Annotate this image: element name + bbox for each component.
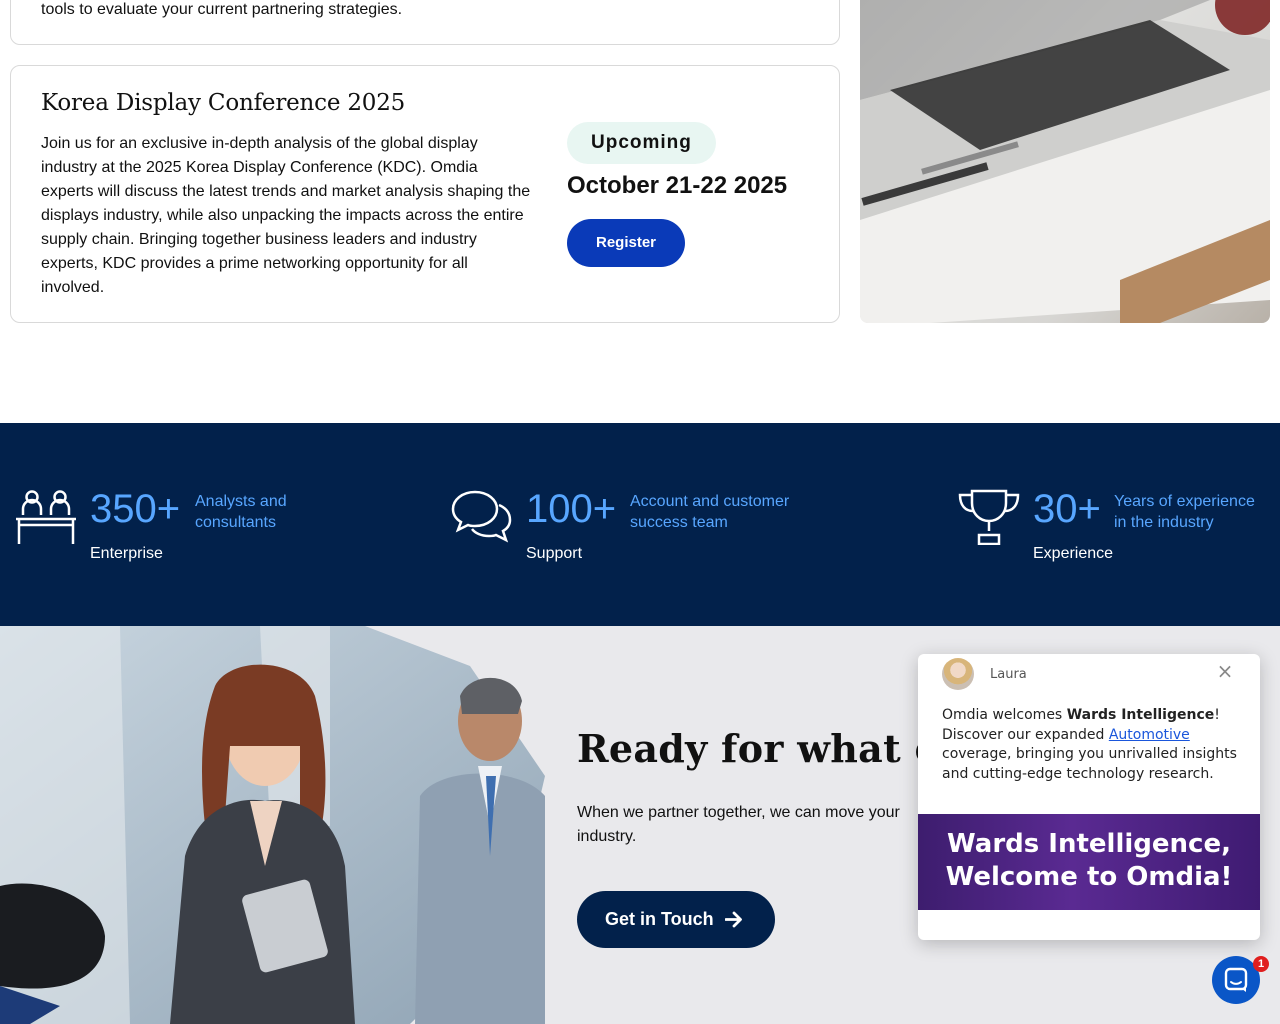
- unread-count-badge: 1: [1253, 956, 1269, 972]
- get-in-touch-label: Get in Touch: [605, 909, 714, 929]
- event-card: Korea Display Conference 2025 Join us fo…: [10, 65, 840, 323]
- trophy-icon: [958, 489, 1020, 546]
- stat-description: Account and customer success team: [630, 493, 790, 531]
- laptop-notebook-photo: [860, 0, 1270, 323]
- chat-agent-name: Laura: [990, 667, 1027, 682]
- partnering-card: tools to evaluate your current partnerin…: [10, 0, 840, 45]
- stat-label: Enterprise: [90, 545, 163, 562]
- chat-message: Omdia welcomes Wards Intelligence! Disco…: [942, 707, 1237, 782]
- register-button[interactable]: Register: [567, 219, 685, 267]
- avatar: [942, 658, 974, 690]
- stat-number: 350+: [90, 487, 181, 531]
- cta-text: When we partner together, we can move yo…: [577, 804, 900, 845]
- automotive-link[interactable]: Automotive: [1109, 727, 1190, 743]
- close-icon[interactable]: ×: [1214, 660, 1236, 682]
- partnering-card-text: tools to evaluate your current partnerin…: [41, 1, 403, 18]
- welcome-banner[interactable]: Wards Intelligence, Welcome to Omdia!: [918, 814, 1260, 910]
- stat-number: 100+: [526, 487, 617, 531]
- event-date: October 21-22 2025: [567, 172, 788, 199]
- chat-popup[interactable]: Laura × Omdia welcomes Wards Intelligenc…: [918, 654, 1260, 940]
- business-people-photo: [0, 626, 560, 1024]
- speech-bubbles-icon: [451, 489, 513, 545]
- event-status-badge: Upcoming: [567, 122, 716, 164]
- stats-band: 350+ Analysts and consultants Enterprise …: [0, 423, 1280, 626]
- stat-label: Support: [526, 545, 583, 562]
- stat-label: Experience: [1033, 545, 1114, 562]
- get-in-touch-button[interactable]: Get in Touch: [577, 891, 775, 948]
- stat-number: 30+: [1033, 487, 1101, 531]
- people-at-desk-icon: [15, 489, 77, 545]
- stat-description: Years of experience in the industry: [1114, 493, 1255, 531]
- arrow-right-icon: [724, 891, 743, 971]
- event-description: Join us for an exclusive in-depth analys…: [41, 135, 531, 296]
- cta-title: Ready for what co: [577, 726, 964, 771]
- stat-description: Analysts and consultants: [195, 493, 287, 531]
- event-title: Korea Display Conference 2025: [41, 90, 406, 116]
